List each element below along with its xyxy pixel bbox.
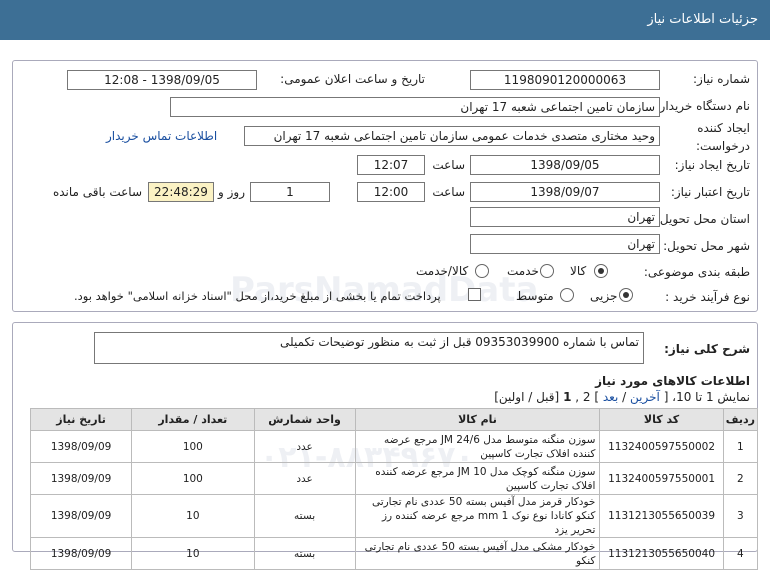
buyer-org-label: نام دستگاه خریدار: xyxy=(655,99,751,113)
pager-mid: ] 2 , xyxy=(575,390,600,404)
cell-row: 4 xyxy=(722,537,759,570)
pager-next-link[interactable]: بعد xyxy=(603,390,618,404)
pager-last-link[interactable]: آخرین xyxy=(630,390,660,404)
category-radio-service[interactable] xyxy=(540,264,554,278)
creator-label-line1: ایجاد کننده xyxy=(697,121,750,135)
cell-unit: بسته xyxy=(253,494,356,538)
purchase-radio-medium[interactable] xyxy=(560,288,574,302)
province-label: استان محل تحویل: xyxy=(655,212,750,226)
table-row[interactable]: 3 1131213055650039 خودکار قرمز مدل آفیس … xyxy=(29,494,759,538)
valid-time-field[interactable]: 12:00 xyxy=(357,182,425,202)
creator-field[interactable]: وحید مختاری متصدی خدمات عمومی سازمان تام… xyxy=(244,126,660,146)
province-field[interactable]: تهران xyxy=(470,207,660,227)
valid-time-label: ساعت xyxy=(432,185,465,199)
valid-date-field[interactable]: 1398/09/07 xyxy=(470,182,660,202)
col-code: کد کالا xyxy=(599,408,724,431)
cell-code: 1132400597550002 xyxy=(599,430,724,463)
cell-code: 1131213055650040 xyxy=(599,537,724,570)
table-row[interactable]: 2 1132400597550001 سوزن منگنه کوچک مدل J… xyxy=(29,462,759,495)
announce-label: تاریخ و ساعت اعلان عمومی: xyxy=(280,72,425,86)
valid-date-label: تاریخ اعتبار نیاز: xyxy=(670,185,750,199)
cell-row: 3 xyxy=(722,494,759,538)
purchase-type-label: نوع فرآیند خرید : xyxy=(665,290,750,304)
cell-qty: 100 xyxy=(131,430,255,463)
table-row[interactable]: 4 1131213055650040 خودکار مشکی مدل آفیس … xyxy=(29,537,759,570)
need-number-label: شماره نیاز: xyxy=(693,72,750,86)
pager-separator: / xyxy=(622,390,627,404)
col-name: نام کالا xyxy=(354,408,601,431)
category-option-both: کالا/خدمت xyxy=(416,264,469,278)
pager-prefix: نمایش 1 تا 10، [ xyxy=(663,390,750,404)
buyer-contact-link[interactable]: اطلاعات تماس خریدار xyxy=(106,129,217,143)
create-time-field[interactable]: 12:07 xyxy=(357,155,425,175)
cell-row: 1 xyxy=(722,430,759,463)
cell-date: 1398/09/09 xyxy=(29,494,133,538)
remaining-label: ساعت باقی مانده xyxy=(52,185,142,199)
table-row[interactable]: 1 1132400597550002 سوزن منگنه متوسط مدل … xyxy=(29,430,759,463)
treasury-payment-note: پرداخت تمام یا بخشی از مبلغ خرید،از محل … xyxy=(74,289,441,303)
description-label: شرح کلی نیاز: xyxy=(664,342,750,356)
cell-unit: عدد xyxy=(253,430,356,463)
pager-suffix: [قبل / اولین] xyxy=(494,390,560,404)
purchase-option-minor: جزیی xyxy=(590,289,618,303)
cell-name: خودکار قرمز مدل آفیس بسته 50 عددی نام تج… xyxy=(354,494,601,538)
remaining-time-field: 22:48:29 xyxy=(148,182,214,202)
items-table: ردیف کد کالا نام کالا واحد شمارش تعداد /… xyxy=(29,408,759,570)
cell-qty: 10 xyxy=(131,537,255,570)
page-title-bar: جزئیات اطلاعات نیاز xyxy=(0,0,770,40)
table-header-row: ردیف کد کالا نام کالا واحد شمارش تعداد /… xyxy=(29,408,759,431)
category-label: طبقه بندی موضوعی: xyxy=(643,265,750,279)
cell-qty: 100 xyxy=(131,462,255,495)
cell-code: 1132400597550001 xyxy=(599,462,724,495)
col-date: تاریخ نیاز xyxy=(29,408,133,431)
cell-name: سوزن منگنه کوچک مدل JM 10 مرجع عرضه کنند… xyxy=(354,462,601,495)
create-time-label: ساعت xyxy=(432,158,465,172)
need-number-field[interactable]: 1198090120000063 xyxy=(470,70,660,90)
purchase-radio-minor[interactable] xyxy=(619,288,633,302)
cell-unit: بسته xyxy=(253,537,356,570)
purchase-option-medium: متوسط xyxy=(516,289,554,303)
buyer-org-field[interactable]: سازمان تامین اجتماعی شعبه 17 تهران xyxy=(170,97,660,117)
remaining-days-field: 1 xyxy=(250,182,330,202)
treasury-payment-checkbox[interactable] xyxy=(468,288,481,301)
cell-row: 2 xyxy=(722,462,759,495)
col-row: ردیف xyxy=(722,408,759,431)
cell-date: 1398/09/09 xyxy=(29,430,133,463)
category-option-service: خدمت xyxy=(507,264,539,278)
city-field[interactable]: تهران xyxy=(470,234,660,254)
description-field: تماس با شماره 09353039900 قبل از ثبت به … xyxy=(94,332,644,364)
category-radio-goods[interactable] xyxy=(594,264,608,278)
city-label: شهر محل تحویل: xyxy=(663,239,750,253)
announce-datetime-field[interactable]: 1398/09/05 - 12:08 xyxy=(67,70,257,90)
cell-qty: 10 xyxy=(131,494,255,538)
creator-label-line2: درخواست: xyxy=(696,139,750,153)
days-label: روز و xyxy=(218,185,245,199)
category-option-goods: کالا xyxy=(570,264,587,278)
pager-current-page: 1 xyxy=(563,390,572,404)
create-date-field[interactable]: 1398/09/05 xyxy=(470,155,660,175)
col-unit: واحد شمارش xyxy=(253,408,356,431)
cell-name: سوزن منگنه متوسط مدل JM 24/6 مرجع عرضه ک… xyxy=(354,430,601,463)
cell-date: 1398/09/09 xyxy=(29,462,133,495)
items-section-title: اطلاعات کالاهای مورد نیاز xyxy=(595,374,750,388)
cell-code: 1131213055650039 xyxy=(599,494,724,538)
pagination: نمایش 1 تا 10، [ آخرین / بعد ] 2 , 1 [قب… xyxy=(494,390,750,404)
cell-unit: عدد xyxy=(253,462,356,495)
cell-name: خودکار مشکی مدل آفیس بسته 50 عددی نام تج… xyxy=(354,537,601,570)
create-date-label: تاریخ ایجاد نیاز: xyxy=(674,158,750,172)
page-title: جزئیات اطلاعات نیاز xyxy=(647,12,758,27)
category-radio-both[interactable] xyxy=(475,264,489,278)
cell-date: 1398/09/09 xyxy=(29,537,133,570)
col-qty: تعداد / مقدار xyxy=(131,408,255,431)
